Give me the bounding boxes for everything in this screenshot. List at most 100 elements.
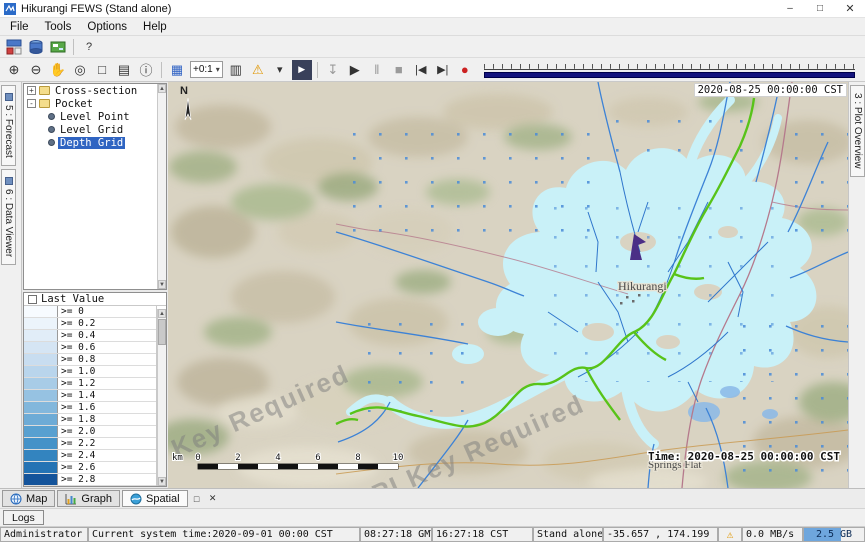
layers-button[interactable]: ▤ [114,60,134,80]
tree-item-level-point[interactable]: Level Point [24,110,166,123]
legend-value-label: >= 2.8 [58,474,95,485]
tab-map[interactable]: Map [2,490,55,507]
legend-color-swatch [24,462,58,473]
scroll-up-icon[interactable]: ▲ [158,309,166,318]
zoom-in-button[interactable]: ⊕ [4,60,24,80]
tab-forecast[interactable]: 5 : Forecast [1,85,16,166]
grid-display-button[interactable]: ▦ [167,60,187,80]
tab-plot-overview[interactable]: 3 : Plot Overview [850,85,865,177]
svg-text:6: 6 [315,453,320,463]
menu-item[interactable]: File [2,21,37,33]
map-canvas[interactable]: API Key Required API Key Required Hikura… [168,82,848,488]
play-button[interactable]: ▶ [345,60,365,80]
scrollbar-thumb[interactable] [158,319,166,345]
minimize-button[interactable]: – [775,0,805,18]
legend-value-label: >= 0.8 [58,354,95,365]
maximize-button[interactable]: □ [805,0,835,18]
legend-header: Last Value [24,293,166,306]
tab-graph-label: Graph [81,493,112,505]
legend-value-label: >= 2.6 [58,462,95,473]
thresholds-warning-button[interactable]: ⚠ [248,60,268,80]
display-groups-icon [50,39,66,55]
legend-row: >= 2.6 [24,462,156,474]
legend-color-swatch [24,402,58,413]
layer-tree: + Cross-section - Pocket Level Point Lev… [23,83,167,290]
tab-data-viewer-label: 6 : Data Viewer [3,189,14,257]
tab-graph[interactable]: Graph [57,490,120,507]
legend-color-swatch [24,318,58,329]
scroll-down-icon[interactable]: ▼ [158,280,166,289]
collapse-icon[interactable]: - [27,99,36,108]
open-database-button[interactable] [4,37,24,57]
zoom-previous-button[interactable]: ◎ [70,60,90,80]
tree-item-pocket[interactable]: - Pocket [24,97,166,110]
pan-button[interactable]: ✋ [48,60,68,80]
refresh-run-button[interactable]: ↧ [323,60,343,80]
legend-scrollbar[interactable]: ▲ ▼ [157,309,166,486]
legend-color-swatch [24,306,58,317]
status-bar: Administrator Current system time:2020-0… [0,526,865,542]
step-back-button[interactable]: |◀ [411,60,431,80]
legend-row: >= 2.2 [24,438,156,450]
help-button[interactable]: ? [79,37,99,57]
pause-button[interactable]: ‖ [367,60,387,80]
legend-color-swatch [24,486,58,487]
display-groups-button[interactable] [48,37,68,57]
right-tab-strip: 3 : Plot Overview [848,82,865,488]
scroll-up-icon[interactable]: ▲ [158,84,166,93]
menu-item[interactable]: Tools [37,21,80,33]
close-button[interactable]: ✕ [835,0,865,18]
forecast-tab-icon [5,93,13,101]
menu-bar: File Tools Options Help [0,18,865,36]
tab-spatial[interactable]: Spatial [122,490,188,507]
maximize-panel-icon[interactable]: □ [190,492,204,506]
tree-item-level-grid[interactable]: Level Grid [24,123,166,136]
status-memory-usage: 2.5 GB [803,527,865,542]
legend-row: >= 3.0 [24,486,156,487]
tab-data-viewer[interactable]: 6 : Data Viewer [1,169,16,265]
map-display-button[interactable] [26,37,46,57]
expand-icon[interactable]: + [27,86,36,95]
tree-item-depth-grid[interactable]: Depth Grid [24,136,166,149]
last-value-checkbox[interactable] [28,295,37,304]
legend-value-label: >= 3.0 [58,486,95,487]
legend-color-swatch [24,330,58,341]
close-panel-icon[interactable]: ✕ [206,492,220,506]
stop-button[interactable]: ■ [389,60,409,80]
menu-item[interactable]: Options [79,21,135,33]
spatial-icon [130,493,142,505]
time-slider-ticks[interactable] [484,61,855,70]
timestep-combo-value: +0:1 [193,64,213,75]
status-system-time: Current system time:2020-09-01 00:00 CST [88,527,360,542]
main-content: 5 : Forecast 6 : Data Viewer + Cross-sec… [0,82,865,488]
time-slider-range-bar[interactable] [484,72,855,78]
status-warning[interactable]: ⚠ [718,527,742,542]
longitudinal-profile-button[interactable]: ▥ [226,60,246,80]
legend-row: >= 1.8 [24,414,156,426]
window-title: Hikurangi FEWS (Stand alone) [21,3,171,15]
step-forward-button[interactable]: ▶| [433,60,453,80]
legend-value-label: >= 2.0 [58,426,95,437]
warning-dropdown-button[interactable]: ▾ [270,60,290,80]
tree-item-label: Level Grid [58,124,125,136]
tree-item-label: Level Point [58,111,132,123]
tree-item-cross-section[interactable]: + Cross-section [24,84,166,97]
zoom-extent-button[interactable]: □ [92,60,112,80]
info-button[interactable]: ⓘ [136,60,156,80]
movie-player-button[interactable]: ▶ [292,60,312,80]
tab-plot-overview-label: 3 : Plot Overview [852,93,863,169]
map-container: 2020-08-25 00:00:00 CST [168,82,848,488]
zoom-out-button[interactable]: ⊖ [26,60,46,80]
legend-value-label: >= 1.8 [58,414,95,425]
logs-button[interactable]: Logs [3,510,44,525]
svg-text:2: 2 [235,453,240,463]
time-slider[interactable] [484,61,855,78]
scroll-down-icon[interactable]: ▼ [158,477,166,486]
tree-scrollbar[interactable]: ▲ ▼ [157,84,166,289]
legend-panel: Last Value >= 0 >= 0.2 [23,292,167,487]
menu-item[interactable]: Help [135,21,175,33]
legend-row: >= 0 [24,306,156,318]
record-button[interactable]: ● [455,60,475,80]
timestep-combo[interactable]: +0:1 ▾ [190,61,223,78]
legend-row: >= 0.6 [24,342,156,354]
